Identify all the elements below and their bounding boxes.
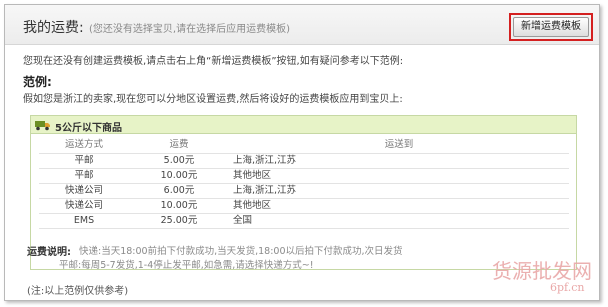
column-header-destination: 运送到 [229, 138, 569, 154]
add-button-highlight: 新增运费模板 [509, 13, 593, 41]
cell-destination: 上海,浙江,江苏 [229, 153, 569, 169]
table-row: 平邮 10.00元 其他地区 [39, 168, 569, 184]
column-header-method: 运送方式 [39, 138, 129, 154]
cell-fee: 25.00元 [129, 213, 229, 229]
example-panel-title: 5公斤以下商品 [55, 123, 122, 134]
cell-method: 快递公司 [39, 198, 129, 214]
shipping-note-express: 快递:当天18:00前拍下付款成功,当天发货,18:00以后拍下付款成功,次日发… [79, 246, 403, 257]
table-row: 平邮 5.00元 上海,浙江,江苏 [39, 153, 569, 169]
cell-method: 平邮 [39, 153, 129, 169]
example-title: 范例: [23, 75, 52, 89]
truck-icon [35, 121, 50, 131]
intro-text: 您现在还没有创建运费模板,请点击右上角“新增运费模板”按钮,如有疑问参考以下范例… [23, 56, 404, 67]
cell-method: 平邮 [39, 168, 129, 184]
watermark-logo: 货源批发网 [492, 259, 592, 283]
header-bar: 我的运费: (您还没有选择宝贝,请在选择后应用运费模板) 新增运费模板 [5, 5, 599, 45]
footer-note: (注:以上范例仅供参考) [27, 286, 129, 297]
cell-method: 快递公司 [39, 183, 129, 199]
watermark-domain: 6pf.cn [550, 281, 585, 294]
cell-destination: 其他地区 [229, 168, 569, 184]
table-row: 快递公司 6.00元 上海,浙江,江苏 [39, 183, 569, 199]
cell-method: EMS [39, 213, 129, 229]
cell-fee: 6.00元 [129, 183, 229, 199]
example-panel-header: 5公斤以下商品 [31, 116, 576, 134]
rates-table: 运送方式 运费 运送到 平邮 5.00元 上海,浙江,江苏 平邮 10.00元 … [39, 138, 569, 229]
table-header-row: 运送方式 运费 运送到 [39, 138, 569, 154]
table-row: 快递公司 10.00元 其他地区 [39, 198, 569, 214]
cell-fee: 10.00元 [129, 168, 229, 184]
shipping-note-surface-mail: 平邮:每周5-7发货,1-4停止发平邮,如急需,请选择快递方式~! [59, 260, 314, 271]
cell-fee: 10.00元 [129, 198, 229, 214]
cell-destination: 上海,浙江,江苏 [229, 183, 569, 199]
page-subtitle: (您还没有选择宝贝,请在选择后应用运费模板) [89, 24, 290, 35]
cell-destination: 其他地区 [229, 198, 569, 214]
table-row: EMS 25.00元 全国 [39, 213, 569, 229]
cell-destination: 全国 [229, 213, 569, 229]
example-description: 假如您是浙江的卖家,现在您可以分地区设置运费,然后将设好的运费模板应用到宝贝上: [23, 94, 403, 105]
cell-fee: 5.00元 [129, 153, 229, 169]
add-shipping-template-button[interactable]: 新增运费模板 [513, 17, 589, 37]
page-title: 我的运费: [23, 20, 84, 36]
shipping-note-label: 运费说明: [27, 247, 71, 258]
column-header-fee: 运费 [129, 138, 229, 154]
